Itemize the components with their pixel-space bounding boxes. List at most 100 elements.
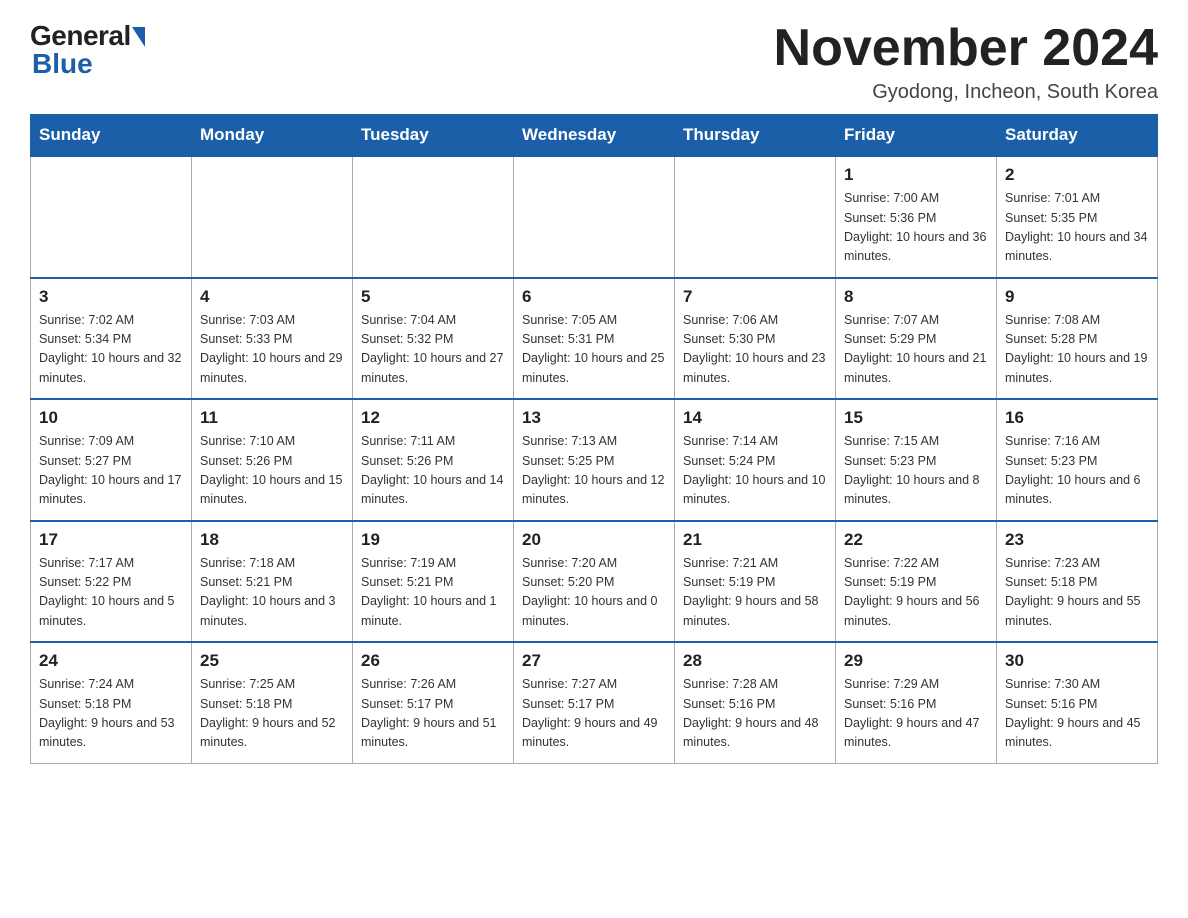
day-info: Sunrise: 7:09 AMSunset: 5:27 PMDaylight:… [39,432,183,510]
table-row: 10 Sunrise: 7:09 AMSunset: 5:27 PMDayligh… [31,399,192,521]
location-subtitle: Gyodong, Incheon, South Korea [774,81,1158,104]
table-row: 20Sunrise: 7:20 AMSunset: 5:20 PMDayligh… [514,521,675,643]
sunrise-label: Sunrise: 7:05 AM [522,313,617,327]
daylight-label: Daylight: 10 hours and 8 minutes. [844,473,980,506]
sunset-label: Sunset: 5:31 PM [522,332,614,346]
day-number: 12 [361,408,505,428]
table-row: 4Sunrise: 7:03 AMSunset: 5:33 PMDaylight… [192,278,353,400]
month-title: November 2024 [774,20,1158,77]
sunrise-label: Sunrise: 7:18 AM [200,556,295,570]
sunrise-label: Sunrise: 7:26 AM [361,677,456,691]
table-row: 28Sunrise: 7:28 AMSunset: 5:16 PMDayligh… [675,642,836,763]
sunset-label: Sunset: 5:34 PM [39,332,131,346]
sunset-label: Sunset: 5:26 PM [361,454,453,468]
sunset-label: Sunset: 5:29 PM [844,332,936,346]
col-monday: Monday [192,115,353,157]
day-info: Sunrise: 7:02 AM Sunset: 5:34 PM Daylight:… [39,311,183,389]
page-header: General Blue November 2024 Gyodong, Inch… [30,20,1158,104]
daylight-label: Daylight: 10 hours and 23 minutes. [683,351,825,384]
day-number: 14 [683,408,827,428]
table-row: 22Sunrise: 7:22 AMSunset: 5:19 PMDayligh… [836,521,997,643]
table-row: 7Sunrise: 7:06 AMSunset: 5:30 PMDaylight… [675,278,836,400]
calendar-table: Sunday Monday Tuesday Wednesday Thursday… [30,114,1158,764]
day-number: 2 [1005,165,1149,185]
day-info: Sunrise: 7:29 AMSunset: 5:16 PMDaylight:… [844,675,988,753]
sunrise-label: Sunrise: 7:17 AM [39,556,134,570]
table-row: 17Sunrise: 7:17 AMSunset: 5:22 PMDayligh… [31,521,192,643]
sunset-label: Sunset: 5:25 PM [522,454,614,468]
calendar-week-4: 17Sunrise: 7:17 AMSunset: 5:22 PMDayligh… [31,521,1158,643]
table-row: 19 Sunrise: 7:19 AMSunset: 5:21 PMDayligh… [353,521,514,643]
table-row: 16Sunrise: 7:16 AMSunset: 5:23 PMDayligh… [997,399,1158,521]
table-row [675,156,836,278]
table-row: 27Sunrise: 7:27 AMSunset: 5:17 PMDayligh… [514,642,675,763]
sunrise-label: Sunrise: 7:04 AM [361,313,456,327]
table-row: 11 Sunrise: 7:10 AMSunset: 5:26 PMDayligh… [192,399,353,521]
day-number: 4 [200,287,344,307]
daylight-label: Daylight: 9 hours and 45 minutes. [1005,716,1141,749]
sunset-label: Sunset: 5:26 PM [200,454,292,468]
daylight-label: Daylight: 9 hours and 58 minutes. [683,594,819,627]
table-row: 18Sunrise: 7:18 AMSunset: 5:21 PMDayligh… [192,521,353,643]
sunset-label: Sunset: 5:28 PM [1005,332,1097,346]
sunrise-label: Sunrise: 7:13 AM [522,434,617,448]
day-number: 25 [200,651,344,671]
table-row: 29Sunrise: 7:29 AMSunset: 5:16 PMDayligh… [836,642,997,763]
sunrise-label: Sunrise: 7:28 AM [683,677,778,691]
day-info: Sunrise: 7:10 AMSunset: 5:26 PMDaylight:… [200,432,344,510]
daylight-label: Daylight: 10 hours and 19 minutes. [1005,351,1147,384]
day-number: 16 [1005,408,1149,428]
col-friday: Friday [836,115,997,157]
daylight-label: Daylight: 10 hours and 32 minutes. [39,351,181,384]
table-row: 13 Sunrise: 7:13 AM Sunset: 5:25 PM Dayligh… [514,399,675,521]
table-row: 6Sunrise: 7:05 AMSunset: 5:31 PMDaylight… [514,278,675,400]
day-info: Sunrise: 7:24 AMSunset: 5:18 PMDaylight:… [39,675,183,753]
sunrise-label: Sunrise: 7:06 AM [683,313,778,327]
sunset-label: Sunset: 5:19 PM [844,575,936,589]
daylight-label: Daylight: 10 hours and 34 minutes. [1005,230,1147,263]
daylight-label: Daylight: 10 hours and 15 minutes. [200,473,342,506]
day-info: Sunrise: 7:23 AMSunset: 5:18 PMDaylight:… [1005,554,1149,632]
table-row: 21Sunrise: 7:21 AMSunset: 5:19 PMDayligh… [675,521,836,643]
day-info: Sunrise: 7:06 AM Sunset: 5:30 PM Daylight:… [683,311,827,389]
daylight-label: Daylight: 9 hours and 53 minutes. [39,716,175,749]
sunset-label: Sunset: 5:35 PM [1005,211,1097,225]
sunset-label: Sunset: 5:18 PM [200,697,292,711]
sunset-label: Sunset: 5:16 PM [683,697,775,711]
sunrise-label: Sunrise: 7:29 AM [844,677,939,691]
table-row: 26Sunrise: 7:26 AMSunset: 5:17 PMDayligh… [353,642,514,763]
sunrise-label: Sunrise: 7:02 AM [39,313,134,327]
title-block: November 2024 Gyodong, Incheon, South Ko… [774,20,1158,104]
day-number: 17 [39,530,183,550]
day-number: 10 [39,408,183,428]
sunset-label: Sunset: 5:16 PM [1005,697,1097,711]
sunset-label: Sunset: 5:30 PM [683,332,775,346]
sunset-label: Sunset: 5:18 PM [1005,575,1097,589]
sunrise-label: Sunrise: 7:25 AM [200,677,295,691]
sunrise-label: Sunrise: 7:19 AM [361,556,456,570]
day-number: 9 [1005,287,1149,307]
sunrise-label: Sunrise: 7:11 AM [361,434,455,448]
table-row: 9 Sunrise: 7:08 AM Sunset: 5:28 PM Daylight… [997,278,1158,400]
day-info: Sunrise: 7:19 AMSunset: 5:21 PMDaylight:… [361,554,505,632]
daylight-label: Daylight: 10 hours and 12 minutes. [522,473,664,506]
day-number: 11 [200,408,344,428]
sunset-label: Sunset: 5:19 PM [683,575,775,589]
day-info: Sunrise: 7:30 AMSunset: 5:16 PMDaylight:… [1005,675,1149,753]
sunrise-label: Sunrise: 7:08 AM [1005,313,1100,327]
table-row: 1Sunrise: 7:00 AMSunset: 5:36 PMDaylight… [836,156,997,278]
day-number: 6 [522,287,666,307]
sunset-label: Sunset: 5:17 PM [522,697,614,711]
daylight-label: Daylight: 9 hours and 47 minutes. [844,716,980,749]
day-number: 24 [39,651,183,671]
sunrise-label: Sunrise: 7:00 AM [844,191,939,205]
day-number: 13 [522,408,666,428]
sunrise-label: Sunrise: 7:09 AM [39,434,134,448]
day-number: 19 [361,530,505,550]
day-number: 15 [844,408,988,428]
day-number: 3 [39,287,183,307]
day-info: Sunrise: 7:07 AMSunset: 5:29 PMDaylight:… [844,311,988,389]
sunrise-label: Sunrise: 7:20 AM [522,556,617,570]
daylight-label: Daylight: 10 hours and 6 minutes. [1005,473,1141,506]
sunrise-label: Sunrise: 7:07 AM [844,313,939,327]
